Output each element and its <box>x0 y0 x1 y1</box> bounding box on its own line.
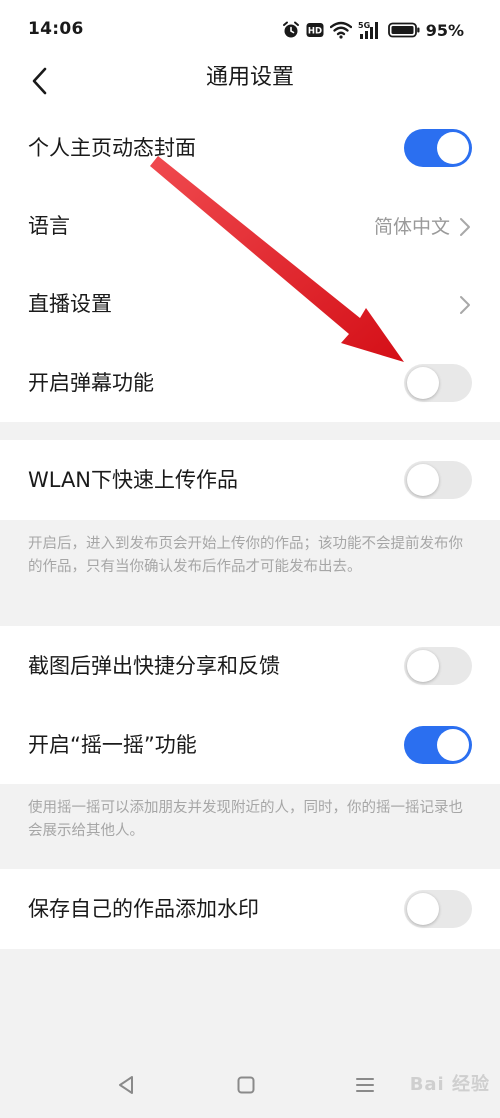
setting-row-wlan-upload[interactable]: WLAN下快速上传作品 <box>0 441 500 519</box>
chevron-right-icon <box>460 218 470 236</box>
toggle-knob <box>407 893 439 925</box>
baidu-watermark: Bai 经验 <box>409 1074 490 1095</box>
chevron-right-icon <box>460 296 470 314</box>
wifi-icon <box>329 21 352 39</box>
nav-home-icon[interactable] <box>236 1074 256 1096</box>
svg-text:HD: HD <box>308 27 322 37</box>
shake-description: 使用摇一摇可以添加朋友并发现附近的人，同时，你的摇一摇记录也会展示给其他人。 <box>28 800 463 839</box>
settings-section-1: 个人主页动态封面 语言 简体中文 直播设置 开启弹幕功能 <box>0 106 500 422</box>
hd-icon: HD <box>306 23 324 37</box>
nav-back-icon[interactable] <box>116 1074 136 1096</box>
setting-label: 直播设置 <box>28 292 112 316</box>
status-bar: 14:06 HD 5G 95% <box>0 0 500 58</box>
setting-label: 语言 <box>28 214 70 238</box>
setting-label: WLAN下快速上传作品 <box>28 468 239 492</box>
danmaku-toggle[interactable] <box>404 364 472 402</box>
status-icons: HD 5G 95% <box>282 19 464 41</box>
shake-toggle[interactable] <box>404 726 472 764</box>
settings-section-3: 截图后弹出快捷分享和反馈 开启“摇一摇”功能 <box>0 626 500 784</box>
nav-menu-icon[interactable] <box>354 1074 376 1096</box>
watermark-toggle[interactable] <box>404 890 472 928</box>
setting-row-danmaku[interactable]: 开启弹幕功能 <box>0 344 500 422</box>
toggle-knob <box>407 650 439 682</box>
signal-5g-icon: 5G <box>358 21 378 39</box>
screenshot-share-toggle[interactable] <box>404 647 472 685</box>
setting-row-live[interactable]: 直播设置 <box>0 265 500 343</box>
setting-row-shake[interactable]: 开启“摇一摇”功能 <box>0 706 500 784</box>
setting-row-dynamic-cover[interactable]: 个人主页动态封面 <box>0 109 500 187</box>
setting-label: 截图后弹出快捷分享和反馈 <box>28 654 280 678</box>
status-time: 14:06 <box>28 19 84 39</box>
wlan-upload-description: 开启后，进入到发布页会开始上传你的作品；该功能不会提前发布你的作品，只有当你确认… <box>28 536 463 575</box>
nav-bar: 通用设置 <box>0 58 500 106</box>
svg-text:5G: 5G <box>358 21 370 30</box>
setting-label: 保存自己的作品添加水印 <box>28 897 259 921</box>
setting-label: 开启弹幕功能 <box>28 371 154 395</box>
settings-section-2: WLAN下快速上传作品 <box>0 440 500 520</box>
toggle-knob <box>407 367 439 399</box>
setting-label: 开启“摇一摇”功能 <box>28 733 197 757</box>
toggle-knob <box>437 729 469 761</box>
settings-section-4: 保存自己的作品添加水印 <box>0 869 500 949</box>
setting-row-screenshot-share[interactable]: 截图后弹出快捷分享和反馈 <box>0 627 500 705</box>
battery-icon <box>387 22 420 38</box>
page-title: 通用设置 <box>205 65 294 90</box>
alarm-icon <box>282 21 299 38</box>
toggle-knob <box>407 464 439 496</box>
wlan-upload-toggle[interactable] <box>404 461 472 499</box>
language-value: 简体中文 <box>373 216 450 238</box>
battery-percent: 95% <box>425 20 464 40</box>
setting-row-watermark[interactable]: 保存自己的作品添加水印 <box>0 870 500 948</box>
toggle-knob <box>437 132 469 164</box>
setting-row-language[interactable]: 语言 简体中文 <box>0 187 500 265</box>
dynamic-cover-toggle[interactable] <box>404 129 472 167</box>
setting-label: 个人主页动态封面 <box>28 136 196 160</box>
